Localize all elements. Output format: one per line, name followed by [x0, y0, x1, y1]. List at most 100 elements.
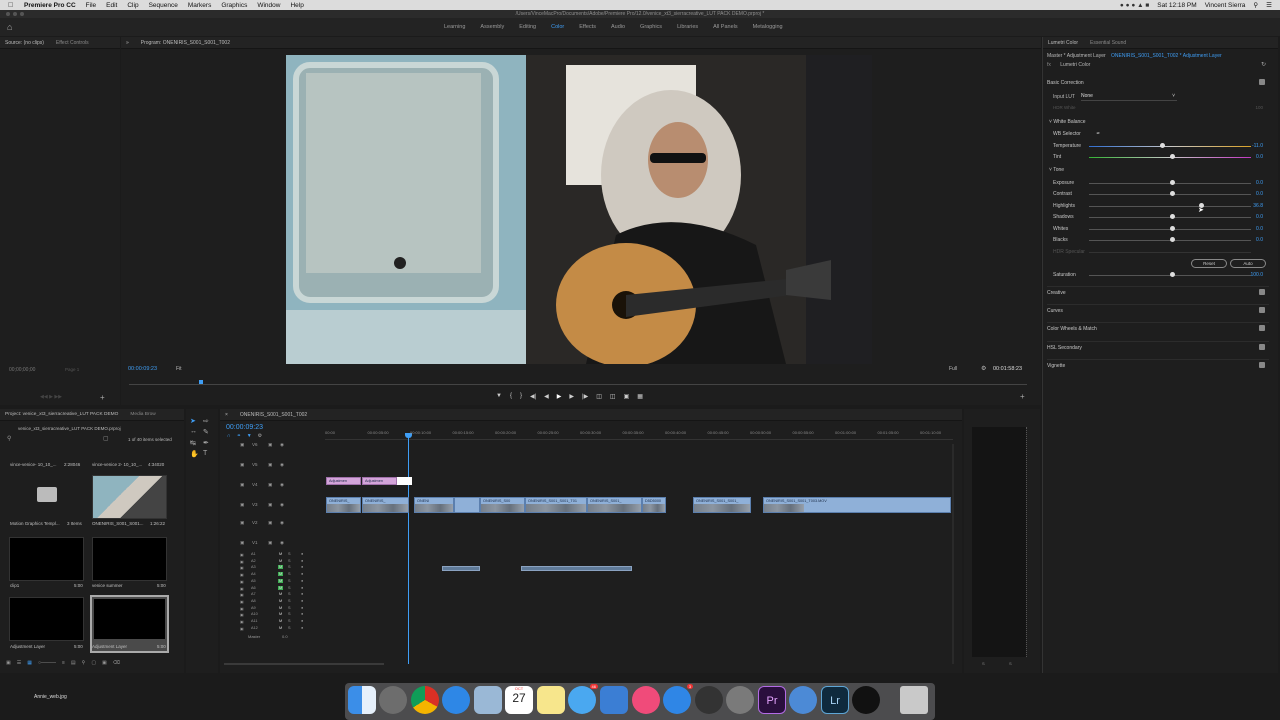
tab-effect-controls[interactable]: Effect Controls: [56, 40, 89, 46]
calendar-icon[interactable]: OCT 27: [505, 686, 533, 714]
mute-button[interactable]: M: [278, 559, 283, 563]
contrast-slider[interactable]: Contrast 0.0: [1043, 189, 1271, 200]
linked-selection-icon[interactable]: ⚭: [237, 433, 241, 439]
workspace-tab-metalogging[interactable]: Metalogging: [753, 24, 783, 30]
video-clip[interactable]: ONENI: [414, 497, 454, 513]
workspace-tab-assembly[interactable]: Assembly: [480, 24, 504, 30]
status-icons[interactable]: ● ● ● ▲ ■: [1120, 2, 1149, 9]
eye-icon[interactable]: ◉: [280, 482, 284, 488]
add-marker-icon[interactable]: ▼: [496, 393, 502, 403]
solo-left-button[interactable]: S: [982, 661, 985, 666]
snap-icon[interactable]: ∩: [227, 433, 231, 439]
play-icon[interactable]: ▶: [557, 393, 562, 403]
mic-icon[interactable]: ●: [301, 626, 303, 630]
menu-help[interactable]: Help: [290, 2, 303, 9]
solo-button[interactable]: S: [288, 559, 291, 563]
video-track-header[interactable]: ▣ V4 ▣ ◉: [224, 482, 322, 494]
auto-button[interactable]: Auto: [1230, 259, 1266, 268]
master-clip-label[interactable]: Master * Adjustment Layer: [1047, 53, 1106, 59]
zoom-button[interactable]: [20, 12, 24, 16]
track-lock-icon[interactable]: ▣: [240, 540, 244, 546]
notes-icon[interactable]: [537, 686, 565, 714]
new-bin-icon[interactable]: ▢: [103, 435, 109, 442]
track-lock-icon[interactable]: ▣: [240, 612, 244, 617]
new-item-icon[interactable]: ▣: [102, 660, 107, 668]
mic-icon[interactable]: ●: [301, 572, 303, 576]
timeline-timecode[interactable]: 00:00:09:23: [226, 424, 263, 431]
track-lock-icon[interactable]: ▣: [240, 502, 244, 508]
zoom-slider[interactable]: ○———: [38, 660, 56, 668]
section-hsl-secondary[interactable]: HSL Secondary: [1047, 341, 1269, 351]
minimize-button[interactable]: [13, 12, 17, 16]
project-item-thumb[interactable]: [9, 597, 84, 641]
hsl-checkbox[interactable]: [1259, 344, 1265, 350]
video-track-header[interactable]: ▣ V1 ▣ ◉: [224, 540, 322, 552]
add-button-icon[interactable]: +: [1020, 392, 1025, 401]
icon-view-icon[interactable]: ▦: [27, 660, 32, 668]
program-scrub-bar[interactable]: [129, 384, 1027, 385]
track-lock-icon[interactable]: ▣: [240, 520, 244, 526]
track-lock-icon[interactable]: ▣: [240, 552, 244, 557]
obs-icon[interactable]: [852, 686, 880, 714]
ripple-edit-icon[interactable]: ↔: [190, 428, 200, 436]
preview-icon[interactable]: [474, 686, 502, 714]
add-marker-icon[interactable]: ▼: [247, 433, 252, 439]
color-wheels-checkbox[interactable]: [1259, 325, 1265, 331]
go-to-in-icon[interactable]: ◀|: [530, 393, 536, 403]
menubar-clock[interactable]: Sat 12:18 PM: [1157, 2, 1196, 9]
mark-out-icon[interactable]: }: [520, 393, 522, 403]
audio-track-header[interactable]: ▣ A6 M S ●: [224, 585, 322, 592]
video-clip[interactable]: ONENIRIS_S001_S001_T01: [525, 497, 587, 513]
slider-knob[interactable]: [1170, 180, 1175, 185]
audio-track-header[interactable]: ▣ A2 M S ●: [224, 559, 322, 565]
tab-lumetri-color[interactable]: Lumetri Color: [1048, 40, 1078, 46]
solo-button[interactable]: S: [288, 626, 291, 630]
track-lock-icon[interactable]: ▣: [240, 619, 244, 624]
track-lock-icon[interactable]: ▣: [240, 572, 244, 577]
menu-chevron-icon[interactable]: »: [126, 40, 129, 46]
section-color-wheels[interactable]: Color Wheels & Match: [1047, 322, 1269, 332]
workspace-tab-editing[interactable]: Editing: [519, 24, 536, 30]
basic-correction-checkbox[interactable]: [1259, 79, 1265, 85]
input-lut-select[interactable]: None ˅: [1081, 93, 1177, 101]
solo-button[interactable]: S: [288, 572, 291, 576]
program-quality-select[interactable]: Full: [949, 366, 957, 372]
mic-icon[interactable]: ●: [301, 599, 303, 603]
mic-icon[interactable]: ●: [301, 579, 303, 583]
temperature-slider[interactable]: Temperature -11.0: [1043, 141, 1271, 152]
toggle-output-icon[interactable]: ▣: [268, 520, 272, 526]
system-preferences-icon[interactable]: [726, 686, 754, 714]
add-button-icon[interactable]: +: [100, 393, 105, 402]
search-icon[interactable]: ⚲: [7, 435, 11, 442]
menu-file[interactable]: File: [86, 2, 96, 9]
slip-tool-icon[interactable]: ↹: [190, 439, 200, 447]
collapse-arrow-icon[interactable]: ˅: [1049, 167, 1052, 173]
tab-essential-sound[interactable]: Essential Sound: [1090, 40, 1126, 46]
camera-icon[interactable]: ▣: [624, 393, 630, 403]
menu-graphics[interactable]: Graphics: [221, 2, 247, 9]
track-lock-icon[interactable]: ▣: [240, 442, 244, 448]
slider-knob[interactable]: [1170, 191, 1175, 196]
slider-knob[interactable]: [1170, 214, 1175, 219]
exposure-slider[interactable]: Exposure 0.0: [1043, 178, 1271, 189]
apple-icon[interactable]: : [8, 2, 18, 9]
messages-icon[interactable]: 46: [568, 684, 598, 714]
track-lock-icon[interactable]: ▣: [240, 586, 244, 591]
section-basic-correction[interactable]: Basic Correction: [1047, 77, 1269, 87]
davinci-resolve-icon[interactable]: [695, 686, 723, 714]
toggle-output-icon[interactable]: ▣: [268, 442, 272, 448]
solo-button[interactable]: S: [288, 552, 291, 556]
audio-track-header[interactable]: ▣ A4 M S ●: [224, 572, 322, 578]
curves-checkbox[interactable]: [1259, 307, 1265, 313]
track-lock-icon[interactable]: ▣: [240, 565, 244, 570]
project-item-name[interactable]: vince-venice 2- 10_10_...: [92, 462, 142, 467]
mark-in-icon[interactable]: {: [510, 393, 512, 403]
workspace-tab-graphics[interactable]: Graphics: [640, 24, 662, 30]
source-controls[interactable]: ◀◀ ▶ ▶▶: [40, 394, 62, 400]
workspace-tab-learning[interactable]: Learning: [444, 24, 465, 30]
track-lock-icon[interactable]: ▣: [240, 599, 244, 604]
collapse-arrow-icon[interactable]: ˅: [1049, 119, 1052, 125]
track-lock-icon[interactable]: ▣: [240, 626, 244, 631]
creative-checkbox[interactable]: [1259, 289, 1265, 295]
keynote-icon[interactable]: [600, 686, 628, 714]
